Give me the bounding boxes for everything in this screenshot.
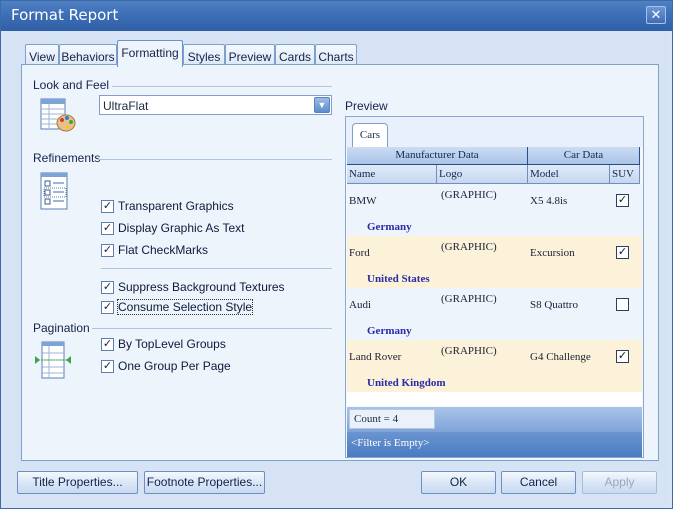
title-bar: Format Report ✕ (1, 1, 672, 31)
display-graphic-as-text-option[interactable]: ✓ Display Graphic As Text (101, 220, 245, 236)
format-report-window: Format Report ✕ View Behaviors Formattin… (0, 0, 673, 509)
transparent-graphics-checkbox[interactable]: ✓ (101, 199, 114, 213)
divider (98, 159, 332, 160)
option-label: Transparent Graphics (118, 199, 234, 213)
window-title: Format Report (11, 6, 119, 24)
group-country: Germany (367, 325, 412, 337)
ok-button[interactable]: OK (421, 471, 496, 494)
band-car-data: Car Data (528, 147, 640, 165)
pagination-icon (34, 341, 72, 384)
column-header-suv: SUV (610, 165, 640, 184)
cell-name: Land Rover (349, 351, 402, 363)
preview-label: Preview (345, 99, 388, 113)
option-label: Consume Selection Style (116, 299, 254, 315)
cell-name: Ford (349, 247, 370, 259)
tab-behaviors[interactable]: Behaviors (59, 44, 117, 66)
cell-model: X5 4.8is (530, 195, 568, 207)
option-label: Suppress Background Textures (118, 280, 285, 294)
transparent-graphics-option[interactable]: ✓ Transparent Graphics (101, 198, 234, 214)
cancel-button[interactable]: Cancel (501, 471, 576, 494)
consume-selection-style-option[interactable]: ✓ Consume Selection Style (101, 299, 254, 315)
suv-checkbox[interactable] (616, 298, 629, 311)
flat-checkmarks-checkbox[interactable]: ✓ (101, 243, 114, 257)
refinements-label: Refinements (33, 151, 101, 165)
footnote-properties-button[interactable]: Footnote Properties... (144, 471, 265, 494)
table-row[interactable]: Audi (GRAPHIC) S8 Quattro Germany (347, 288, 642, 340)
look-and-feel-label: Look and Feel (33, 78, 110, 92)
table-row[interactable]: Land Rover (GRAPHIC) G4 Challenge ✓ Unit… (347, 340, 642, 392)
count-summary: Count = 4 (349, 409, 435, 429)
column-header-model: Model (528, 165, 610, 184)
preview-tab-cars[interactable]: Cars (352, 123, 388, 148)
table-row[interactable]: BMW (GRAPHIC) X5 4.8is ✓ Germany (347, 184, 642, 236)
look-and-feel-icon (40, 98, 76, 137)
group-country: United States (367, 273, 430, 285)
pagination-label: Pagination (33, 321, 90, 335)
tab-styles[interactable]: Styles (183, 44, 225, 66)
close-icon[interactable]: ✕ (646, 6, 666, 24)
table-row[interactable]: Ford (GRAPHIC) Excursion ✓ United States (347, 236, 642, 288)
consume-selection-style-checkbox[interactable]: ✓ (101, 300, 114, 314)
filter-bar[interactable]: <Filter is Empty> (347, 432, 642, 457)
suv-checkbox[interactable]: ✓ (616, 194, 629, 207)
tab-cards[interactable]: Cards (275, 44, 315, 66)
tab-view[interactable]: View (25, 44, 59, 66)
cell-name: Audi (349, 299, 371, 311)
by-toplevel-groups-checkbox[interactable]: ✓ (101, 337, 114, 351)
by-toplevel-groups-option[interactable]: ✓ By TopLevel Groups (101, 336, 226, 352)
group-country: Germany (367, 221, 412, 233)
cell-logo: (GRAPHIC) (441, 345, 497, 357)
column-header-name: Name (347, 165, 437, 184)
cell-name: BMW (349, 195, 377, 207)
chevron-down-icon[interactable]: ▼ (314, 97, 330, 113)
display-graphic-as-text-checkbox[interactable]: ✓ (101, 221, 114, 235)
divider (112, 86, 332, 87)
cell-logo: (GRAPHIC) (441, 293, 497, 305)
cell-model: Excursion (530, 247, 575, 259)
dialog-client: View Behaviors Formatting Styles Preview… (5, 31, 668, 505)
apply-button[interactable]: Apply (582, 471, 657, 494)
option-label: One Group Per Page (118, 359, 231, 373)
refinements-icon (40, 172, 70, 215)
one-group-per-page-option[interactable]: ✓ One Group Per Page (101, 358, 231, 374)
flat-checkmarks-option[interactable]: ✓ Flat CheckMarks (101, 242, 208, 258)
column-header-logo: Logo (437, 165, 528, 184)
option-label: Flat CheckMarks (118, 243, 209, 257)
group-country: United Kingdom (367, 377, 446, 389)
tab-charts[interactable]: Charts (315, 44, 357, 66)
tab-preview[interactable]: Preview (225, 44, 275, 66)
cell-logo: (GRAPHIC) (441, 241, 497, 253)
band-manufacturer-data: Manufacturer Data (347, 147, 528, 165)
look-and-feel-select[interactable]: UltraFlat ▼ (99, 95, 332, 115)
suv-checkbox[interactable]: ✓ (616, 350, 629, 363)
divider (92, 328, 332, 329)
one-group-per-page-checkbox[interactable]: ✓ (101, 359, 114, 373)
suppress-background-textures-checkbox[interactable]: ✓ (101, 280, 114, 294)
suppress-background-textures-option[interactable]: ✓ Suppress Background Textures (101, 279, 285, 295)
preview-tab-strip: Cars (346, 117, 643, 148)
cell-logo: (GRAPHIC) (441, 189, 497, 201)
report-preview: Cars Manufacturer Data Car Data Name Log… (345, 116, 644, 458)
suv-checkbox[interactable]: ✓ (616, 246, 629, 259)
option-label: By TopLevel Groups (118, 337, 226, 351)
formatting-panel: Look and Feel UltraFlat ▼ Refinements ✓ … (21, 64, 659, 461)
title-properties-button[interactable]: Title Properties... (17, 471, 138, 494)
group-footer: Count = 4 (347, 407, 642, 432)
cell-model: G4 Challenge (530, 351, 591, 363)
cell-model: S8 Quattro (530, 299, 578, 311)
option-label: Display Graphic As Text (118, 221, 245, 235)
tab-formatting[interactable]: Formatting (117, 40, 183, 67)
look-and-feel-value: UltraFlat (103, 99, 149, 113)
empty-grid-area (347, 392, 642, 406)
divider (101, 268, 332, 269)
